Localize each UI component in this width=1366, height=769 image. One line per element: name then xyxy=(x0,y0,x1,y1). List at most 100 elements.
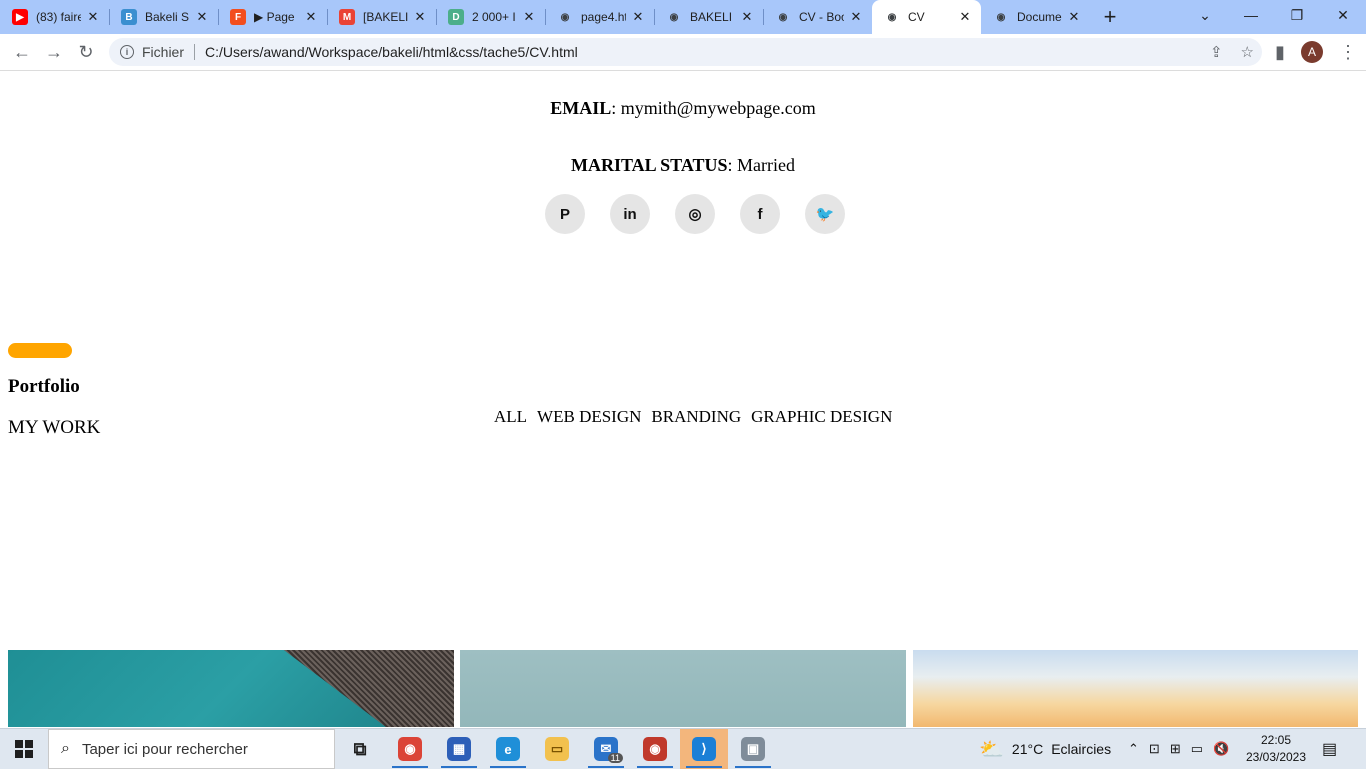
filter-all[interactable]: ALL xyxy=(494,407,527,427)
tab-close-icon[interactable]: ✕ xyxy=(85,9,101,25)
tab-close-icon[interactable]: ✕ xyxy=(521,9,537,25)
address-separator xyxy=(194,44,196,60)
taskbar-app[interactable]: ✉ 11 xyxy=(582,729,630,769)
restore-icon[interactable]: ❐ xyxy=(1274,0,1320,30)
tab-close-icon[interactable]: ✕ xyxy=(194,9,210,25)
youtube-icon: ▶ xyxy=(12,9,28,25)
tab-title: ▶ Page xyxy=(254,10,295,24)
portfolio-thumbnail-1[interactable] xyxy=(8,650,454,727)
taskbar-app[interactable]: e xyxy=(484,729,532,769)
portfolio-thumbnail-3[interactable] xyxy=(913,650,1358,727)
facebook-icon[interactable]: f xyxy=(740,194,780,234)
side-panel-icon[interactable]: ▮ xyxy=(1266,38,1294,66)
browser-tab[interactable]: ◉ CV - Boo ✕ xyxy=(763,0,872,34)
filter-graphic-design[interactable]: GRAPHIC DESIGN xyxy=(751,407,892,427)
search-icon: ⌕ xyxy=(61,740,70,757)
new-tab-button[interactable]: + xyxy=(1090,0,1130,34)
clock-date: 23/03/2023 xyxy=(1245,750,1307,764)
twitter-icon[interactable]: 🐦 xyxy=(805,194,845,234)
browser-toolbar: ← → ↻ i Fichier C:/Users/awand/Workspace… xyxy=(0,34,1366,71)
profile-avatar[interactable]: A xyxy=(1301,41,1323,63)
page-content: EMAIL: mymith@mywebpage.com MARITAL STAT… xyxy=(0,71,1366,727)
browser-tab[interactable]: ▶ (83) faire ✕ xyxy=(0,0,109,34)
back-icon[interactable]: ← xyxy=(8,38,36,66)
bookmark-star-icon[interactable]: ☆ xyxy=(1241,43,1254,61)
tab-close-icon[interactable]: ✕ xyxy=(957,9,973,25)
mail-badge: 11 xyxy=(607,753,623,763)
browser-tab[interactable]: F ▶ Page ✕ xyxy=(218,0,327,34)
clock[interactable]: 22:05 23/03/2023 xyxy=(1244,732,1308,766)
bakeli-icon: B xyxy=(121,9,137,25)
forward-icon[interactable]: → xyxy=(40,38,68,66)
portfolio-filters: ALL WEB DESIGN BRANDING GRAPHIC DESIGN xyxy=(494,407,892,427)
address-bar[interactable]: i Fichier C:/Users/awand/Workspace/bakel… xyxy=(109,38,1262,66)
taskbar-search-placeholder: Taper ici pour rechercher xyxy=(81,740,248,758)
tab-close-icon[interactable]: ✕ xyxy=(412,9,428,25)
filter-web-design[interactable]: WEB DESIGN xyxy=(537,407,641,427)
instagram-icon[interactable]: ◎ xyxy=(675,194,715,234)
taskbar-app[interactable]: ▭ xyxy=(533,729,581,769)
battery-icon[interactable]: ▭ xyxy=(1191,741,1203,757)
taskbar-app[interactable]: ⧉ xyxy=(336,729,384,769)
vscode-icon: ⟩ xyxy=(692,737,716,761)
browser-tab[interactable]: D 2 000+ I ✕ xyxy=(436,0,545,34)
browser-tab[interactable]: M [BAKELI] ✕ xyxy=(327,0,436,34)
site-info-icon[interactable]: i xyxy=(120,45,134,59)
volume-muted-icon[interactable]: 🔇 xyxy=(1213,741,1229,757)
email-value: : mymith@mywebpage.com xyxy=(611,98,816,118)
tab-title: Docume xyxy=(1017,10,1062,24)
figma-icon: F xyxy=(230,9,246,25)
taskbar-app[interactable]: ▣ xyxy=(729,729,777,769)
meet-now-icon[interactable]: ⊡ xyxy=(1149,741,1160,757)
thumbnail-texture xyxy=(284,650,454,727)
tab-close-icon[interactable]: ✕ xyxy=(303,9,319,25)
accent-bar xyxy=(8,343,72,358)
tab-close-icon[interactable]: ✕ xyxy=(630,9,646,25)
tab-title: page4.ht xyxy=(581,10,626,24)
tab-search-icon[interactable]: ⌄ xyxy=(1182,0,1228,30)
taskbar: ⌕ Taper ici pour rechercher ⧉ ◉ ▦ e ▭ ✉ 11 ◉ ⟩ ▣ … xyxy=(0,728,1366,769)
windows-logo-icon xyxy=(15,740,33,758)
browser-tab[interactable]: ◉ CV ✕ xyxy=(872,0,981,34)
linkedin-icon[interactable]: in xyxy=(610,194,650,234)
weather-condition: Eclaircies xyxy=(1051,741,1112,757)
tab-close-icon[interactable]: ✕ xyxy=(848,9,864,25)
tab-close-icon[interactable]: ✕ xyxy=(1066,9,1082,25)
tab-close-icon[interactable]: ✕ xyxy=(739,9,755,25)
tab-title: CV xyxy=(908,10,925,24)
tab-title: CV - Boo xyxy=(799,10,844,24)
portfolio-thumbnail-2[interactable] xyxy=(460,650,906,727)
taskbar-app[interactable]: ◉ xyxy=(631,729,679,769)
notifications-icon[interactable]: ▤ xyxy=(1322,729,1337,769)
share-icon[interactable]: ⇪ xyxy=(1210,43,1223,61)
globe-icon: ◉ xyxy=(669,11,679,23)
browser-tab[interactable]: ◉ Docume ✕ xyxy=(981,0,1090,34)
filter-branding[interactable]: BRANDING xyxy=(651,407,741,427)
social-links: Pin ◎ f 🐦 xyxy=(545,194,845,234)
weather-widget[interactable]: ⛅ 21°C Eclaircies xyxy=(979,729,1111,769)
close-window-icon[interactable]: ✕ xyxy=(1320,0,1366,30)
tray-overflow-icon[interactable]: ⌃ xyxy=(1128,741,1139,757)
browser-tab[interactable]: ◉ page4.ht ✕ xyxy=(545,0,654,34)
browser-tab[interactable]: ◉ BAKELI ✕ xyxy=(654,0,763,34)
globe-icon: ◉ xyxy=(996,11,1006,23)
taskbar-app[interactable]: ◉ xyxy=(386,729,434,769)
taskbar-search[interactable]: ⌕ Taper ici pour rechercher xyxy=(48,729,335,769)
clock-time: 22:05 xyxy=(1260,733,1292,747)
start-button[interactable] xyxy=(0,729,48,769)
address-url[interactable]: C:/Users/awand/Workspace/bakeli/html&css… xyxy=(205,44,578,60)
browser-tab[interactable]: B Bakeli SI ✕ xyxy=(109,0,218,34)
globe-icon: ◉ xyxy=(560,11,570,23)
taskbar-app[interactable]: ▦ xyxy=(435,729,483,769)
pinterest-icon[interactable]: P xyxy=(545,194,585,234)
globe-icon: ◉ xyxy=(887,11,897,23)
address-scheme-label: Fichier xyxy=(142,44,185,60)
portfolio-title: Portfolio xyxy=(8,376,80,397)
marital-status-line: MARITAL STATUS: Married xyxy=(0,155,1366,176)
network-icon[interactable]: ⊞ xyxy=(1170,741,1181,757)
reload-icon[interactable]: ↻ xyxy=(72,38,100,66)
taskbar-app[interactable]: ⟩ xyxy=(680,729,728,769)
menu-kebab-icon[interactable]: ⋮ xyxy=(1334,38,1362,66)
minimize-icon[interactable]: — xyxy=(1228,0,1274,30)
marital-status-value: : Married xyxy=(727,155,796,175)
